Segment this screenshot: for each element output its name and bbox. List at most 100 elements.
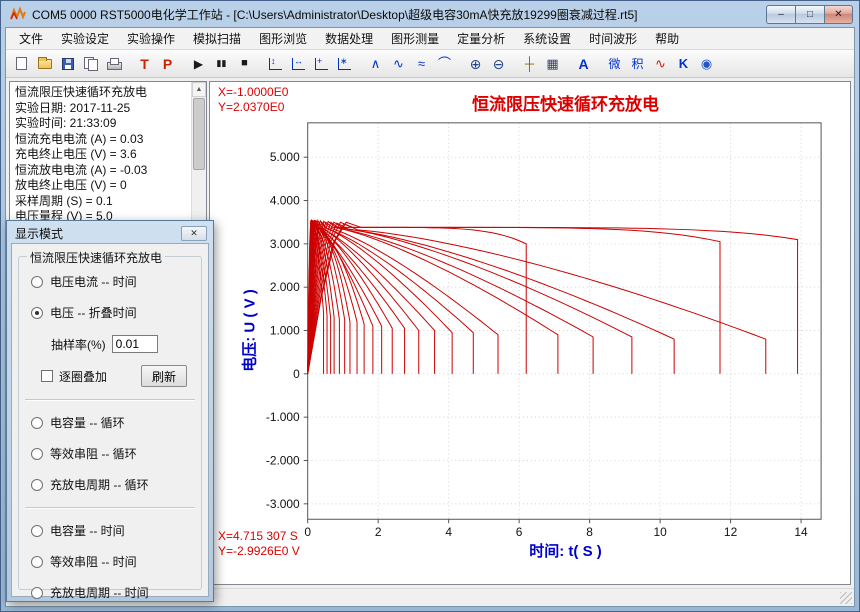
menu-item-7[interactable]: 定量分析 xyxy=(448,27,514,50)
annotate-button[interactable]: A xyxy=(572,53,595,75)
info-line: 充电终止电压 (V) = 3.6 xyxy=(15,147,188,163)
svg-text:6: 6 xyxy=(516,525,523,539)
wave-shape-button[interactable]: ∿ xyxy=(387,53,410,75)
axis-xy-scale-button[interactable]: ∗ xyxy=(333,53,356,75)
axis-x-scale-button[interactable]: ↔ xyxy=(287,53,310,75)
open-file-button[interactable] xyxy=(33,53,56,75)
menu-item-3[interactable]: 模拟扫描 xyxy=(184,27,250,50)
radio-esr-time[interactable]: 等效串阻 -- 时间 xyxy=(31,553,191,570)
menu-item-0[interactable]: 文件 xyxy=(10,27,52,50)
radio-capacity-time[interactable]: 电容量 -- 时间 xyxy=(31,522,191,539)
radio-esr-cycle[interactable]: 等效串阻 -- 循环 xyxy=(31,445,191,462)
sampling-rate-input[interactable] xyxy=(112,335,158,353)
stop-icon: ■ xyxy=(241,58,248,69)
info-line: 放电终止电压 (V) = 0 xyxy=(15,178,188,194)
radio-icon xyxy=(31,525,43,537)
run-button[interactable]: ▶ xyxy=(187,53,210,75)
menu-item-4[interactable]: 图形浏览 xyxy=(250,27,316,50)
svg-text:-3.000: -3.000 xyxy=(266,497,300,511)
copy-button[interactable] xyxy=(79,53,102,75)
smooth-shape-button[interactable]: ≈ xyxy=(410,53,433,75)
zoom-out-button[interactable]: ⊖ xyxy=(487,53,510,75)
zoom-in-icon: ⊕ xyxy=(470,57,482,71)
menu-item-1[interactable]: 实验设定 xyxy=(52,27,118,50)
radio-voltage-current-time[interactable]: 电压电流 -- 时间 xyxy=(31,273,191,290)
info-line: 恒流限压快速循环充放电 xyxy=(15,85,188,101)
dialog-titlebar[interactable]: 显示模式 ✕ xyxy=(11,223,209,243)
arc-shape-icon: ⌒ xyxy=(438,57,451,70)
resize-grip-icon[interactable] xyxy=(840,592,852,604)
p-tool-button[interactable]: P xyxy=(156,53,179,75)
dialog-close-button[interactable]: ✕ xyxy=(181,226,207,241)
system-button[interactable]: ◉ xyxy=(695,53,718,75)
chart-title: 恒流限压快速循环充放电 xyxy=(308,90,823,115)
peak-shape-button[interactable]: ∧ xyxy=(364,53,387,75)
zoom-in-button[interactable]: ⊕ xyxy=(464,53,487,75)
radio-voltage-folded-time[interactable]: 电压 -- 折叠时间 xyxy=(31,304,191,321)
svg-text:2: 2 xyxy=(375,525,382,539)
chart-area: 5.0004.0003.0002.0001.0000-1.000-2.000-3… xyxy=(209,81,851,585)
svg-text:1.000: 1.000 xyxy=(270,323,300,337)
sampling-rate-row: 抽样率(%) xyxy=(51,335,191,353)
menu-item-9[interactable]: 时间波形 xyxy=(580,27,646,50)
radio-label: 电压 -- 折叠时间 xyxy=(50,304,137,321)
svg-text:12: 12 xyxy=(724,525,738,539)
menu-item-8[interactable]: 系统设置 xyxy=(514,27,580,50)
maximize-icon: □ xyxy=(807,9,813,20)
time-wave-icon: ∿ xyxy=(655,57,666,70)
integral-button[interactable]: 积 xyxy=(626,53,649,75)
radio-icon xyxy=(31,417,43,429)
radio-capacity-cycle[interactable]: 电容量 -- 循环 xyxy=(31,414,191,431)
zoom-out-icon: ⊖ xyxy=(493,57,505,71)
smooth-shape-icon: ≈ xyxy=(418,57,425,70)
arc-shape-button[interactable]: ⌒ xyxy=(433,53,456,75)
radio-period-time[interactable]: 充放电周期 -- 时间 xyxy=(31,584,191,601)
print-button[interactable] xyxy=(102,53,125,75)
scroll-thumb[interactable] xyxy=(193,98,205,170)
menu-item-2[interactable]: 实验操作 xyxy=(118,27,184,50)
overlay-row: 逐圈叠加 刷新 xyxy=(41,365,187,387)
text-tool-icon: T xyxy=(140,57,149,71)
derivative-button[interactable]: 微 xyxy=(603,53,626,75)
save-button[interactable] xyxy=(56,53,79,75)
chart-svg[interactable]: 5.0004.0003.0002.0001.0000-1.000-2.000-3… xyxy=(210,82,850,584)
derivative-icon: 微 xyxy=(608,58,620,70)
y-axis-label: 电压: U ( V ) xyxy=(239,246,260,416)
radio-period-cycle[interactable]: 充放电周期 -- 循环 xyxy=(31,476,191,493)
minimize-button[interactable]: – xyxy=(766,5,795,24)
separator xyxy=(25,507,195,509)
run-icon: ▶ xyxy=(194,58,203,70)
axis-auto-scale-button[interactable]: ↕ xyxy=(264,53,287,75)
constant-k-button[interactable]: K xyxy=(672,53,695,75)
system-icon: ◉ xyxy=(701,57,712,70)
maximize-button[interactable]: □ xyxy=(795,5,824,24)
svg-text:14: 14 xyxy=(794,525,808,539)
data-table-icon: ▦ xyxy=(546,57,558,70)
cursor-y-value: Y=-2.9926E0 V xyxy=(218,544,300,559)
menu-item-6[interactable]: 图形测量 xyxy=(382,27,448,50)
axis-y-scale-button[interactable]: + xyxy=(310,53,333,75)
text-tool-button[interactable]: T xyxy=(133,53,156,75)
app-icon[interactable] xyxy=(10,6,26,22)
data-table-button[interactable]: ▦ xyxy=(541,53,564,75)
titlebar[interactable]: COM5 0000 RST5000电化学工作站 - [C:\Users\Admi… xyxy=(1,1,859,27)
menu-item-5[interactable]: 数据处理 xyxy=(316,27,382,50)
axis-x-scale-icon: ↔ xyxy=(292,58,305,70)
measure-cursor-button[interactable]: ┼ xyxy=(518,53,541,75)
constant-k-icon: K xyxy=(679,57,688,70)
time-wave-button[interactable]: ∿ xyxy=(649,53,672,75)
menu-item-10[interactable]: 帮助 xyxy=(646,27,688,50)
pause-button[interactable]: ▮▮ xyxy=(210,53,233,75)
svg-text:-1.000: -1.000 xyxy=(266,410,300,424)
overlay-checkbox[interactable] xyxy=(41,370,53,382)
new-file-button[interactable] xyxy=(10,53,33,75)
cursor-y-value: Y=2.0370E0 xyxy=(218,100,288,115)
svg-text:0: 0 xyxy=(304,525,311,539)
separator xyxy=(25,399,195,401)
radio-label: 等效串阻 -- 循环 xyxy=(50,445,137,462)
close-button[interactable]: ✕ xyxy=(824,5,853,24)
refresh-button[interactable]: 刷新 xyxy=(141,365,187,387)
scroll-up-icon[interactable]: ▲ xyxy=(192,82,206,97)
svg-text:4.000: 4.000 xyxy=(270,194,300,208)
stop-button[interactable]: ■ xyxy=(233,53,256,75)
